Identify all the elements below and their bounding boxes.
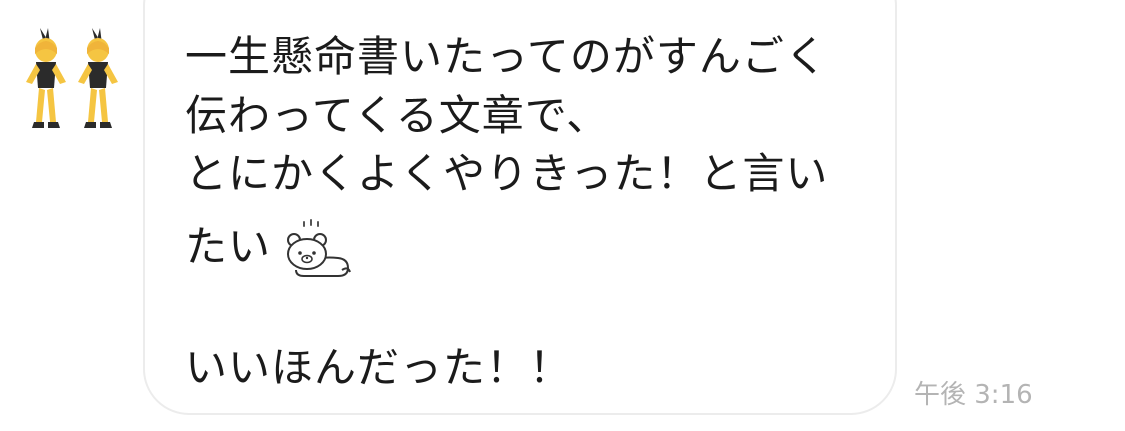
message-line-5: いいほんだった！！ [185,343,573,392]
lying-bear-sticker-icon [287,219,351,277]
message-timestamp: 午後 3:16 [914,380,1033,410]
message-line-2: 伝わってくる文章で、 [185,91,610,140]
message-line-1: 一生懸命書いたってのがすんごく [185,32,828,81]
bunny-dancers-emoji-icon[interactable] [22,22,142,132]
message-line-3: とにかくよくやりきった！と言い [185,149,829,198]
message-line-4: たい [185,222,272,271]
